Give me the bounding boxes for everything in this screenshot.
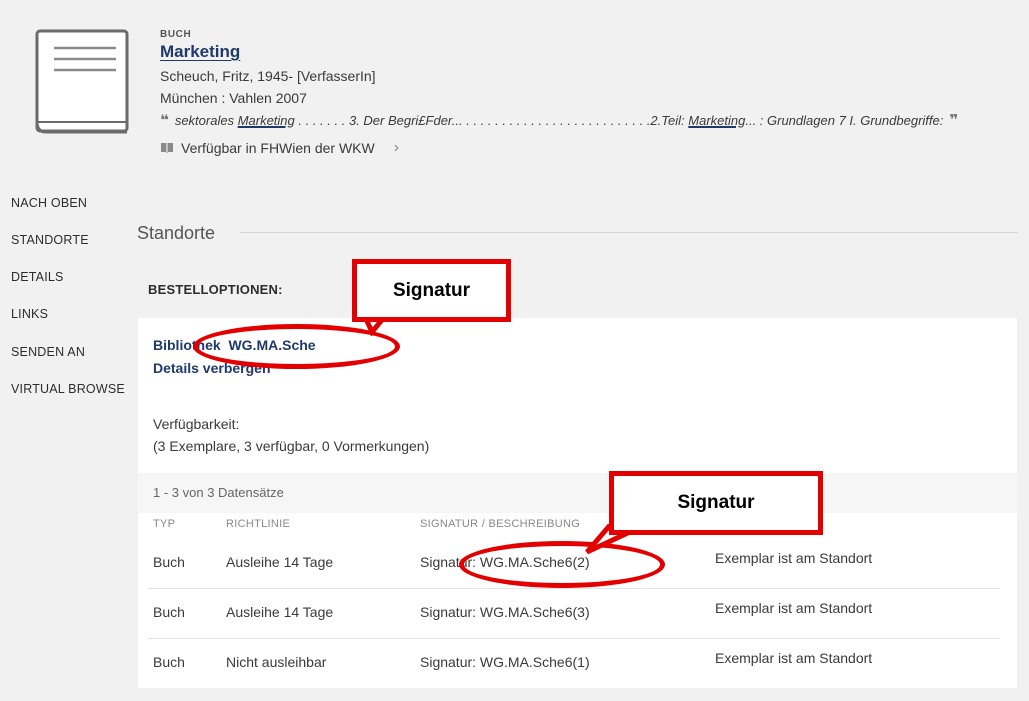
row-policy: Ausleihe 14 Tage <box>226 604 334 620</box>
column-header-policy: RICHTLINIE <box>226 518 291 530</box>
row-type: Buch <box>153 654 185 670</box>
snippet-text: ... : Grundlagen 7 I. Grundbegriffe: <box>745 112 944 128</box>
section-divider <box>240 232 1018 233</box>
quote-open-icon: ❝ <box>160 112 169 129</box>
record-snippet: ❝ sektorales Marketing . . . . . . . 3. … <box>160 111 958 129</box>
availability-link[interactable]: Verfügbar in FHWien der WKW › <box>160 139 399 157</box>
row-status: Exemplar ist am Standort <box>715 650 873 666</box>
column-header-signature: SIGNATUR / BESCHREIBUNG <box>420 518 581 530</box>
column-header-type: TYP <box>153 518 176 530</box>
row-divider <box>148 638 1000 639</box>
nav-item-virtual-browse[interactable]: VIRTUAL BROWSE <box>11 382 125 396</box>
row-status: Exemplar ist am Standort <box>715 550 873 566</box>
availability-text: Verfügbar in FHWien der WKW <box>181 140 375 156</box>
order-options-label: BESTELLOPTIONEN: <box>148 282 283 297</box>
snippet-text: . . . . . . . 3. Der Begri£Fder... . . .… <box>294 112 689 128</box>
row-status: Exemplar ist am Standort <box>715 600 873 616</box>
row-type: Buch <box>153 604 185 620</box>
nav-item-locations[interactable]: STANDORTE <box>11 233 89 247</box>
nav-item-details[interactable]: DETAILS <box>11 270 64 284</box>
record-author: Scheuch, Fritz, 1945- [VerfasserIn] <box>160 68 376 84</box>
snippet-text: sektorales <box>174 112 238 128</box>
row-policy: Ausleihe 14 Tage <box>226 554 334 570</box>
nav-item-send-to[interactable]: SENDEN AN <box>11 345 85 359</box>
availability-counts: (3 Exemplare, 3 verfügbar, 0 Vormerkunge… <box>153 438 430 454</box>
row-type: Buch <box>153 554 185 570</box>
row-signature: Signatur: WG.MA.Sche6(3) <box>420 604 590 620</box>
records-count: 1 - 3 von 3 Datensätze <box>153 485 284 500</box>
row-signature: Signatur: WG.MA.Sche6(1) <box>420 654 590 670</box>
availability-label: Verfügbarkeit: <box>153 416 240 432</box>
record-publication: München : Vahlen 2007 <box>160 90 307 106</box>
book-open-icon <box>160 140 174 156</box>
record-type: BUCH <box>160 29 192 40</box>
section-title: Standorte <box>137 223 216 243</box>
chevron-right-icon: › <box>393 139 400 156</box>
snippet-highlight: Marketing <box>688 112 746 128</box>
nav-item-links[interactable]: LINKS <box>11 307 48 321</box>
row-policy: Nicht ausleihbar <box>226 654 327 670</box>
record-title-link[interactable]: Marketing <box>160 42 240 62</box>
snippet-highlight: Marketing <box>237 112 295 128</box>
annotation-callout: Signatur <box>609 471 823 535</box>
row-divider <box>148 588 1000 589</box>
nav-item-top[interactable]: NACH OBEN <box>11 196 87 210</box>
quote-close-icon: ❞ <box>949 112 959 129</box>
annotation-callout: Signatur <box>352 259 511 322</box>
book-icon <box>34 28 130 136</box>
